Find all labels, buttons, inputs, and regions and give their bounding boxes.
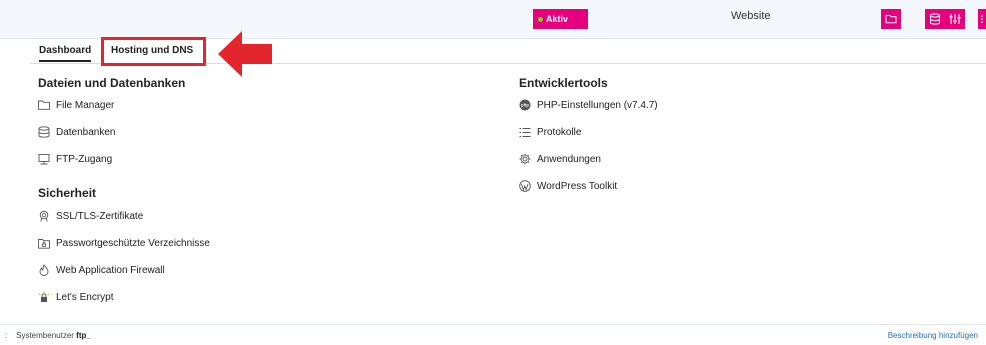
protected-dirs-label: Passwortgeschützte Verzeichnisse bbox=[56, 237, 210, 249]
folder-icon bbox=[38, 99, 50, 111]
wordpress-icon bbox=[519, 180, 531, 192]
wordpress-toolkit-link[interactable]: WordPress Toolkit bbox=[519, 180, 617, 192]
footer: : Systembenutzer ftp_ Beschreibung hinzu… bbox=[0, 324, 986, 345]
status-badge[interactable]: Aktiv bbox=[533, 9, 588, 29]
gear-icon bbox=[519, 153, 531, 165]
footer-prefix: : bbox=[5, 331, 8, 340]
system-user-info: : Systembenutzer ftp_ bbox=[5, 331, 91, 340]
system-user-value: ftp_ bbox=[76, 331, 91, 340]
applications-link[interactable]: Anwendungen bbox=[519, 153, 601, 165]
highlight-box bbox=[101, 37, 206, 66]
folder-icon bbox=[885, 15, 897, 24]
letsencrypt-label: Let's Encrypt bbox=[56, 291, 114, 303]
ssl-tls-label: SSL/TLS-Zertifikate bbox=[56, 210, 144, 222]
folder-button[interactable] bbox=[881, 9, 901, 29]
top-bar: Aktiv Website bbox=[0, 0, 986, 39]
ssl-tls-link[interactable]: SSL/TLS-Zertifikate bbox=[38, 210, 143, 222]
svg-text:php: php bbox=[521, 103, 529, 108]
ftp-access-label: FTP-Zugang bbox=[56, 153, 113, 165]
more-icon bbox=[981, 15, 983, 23]
red-arrow-icon bbox=[218, 31, 272, 77]
add-description-link[interactable]: Beschreibung hinzufügen bbox=[888, 331, 978, 340]
status-dot-icon bbox=[538, 16, 543, 22]
locked-folder-icon bbox=[38, 237, 50, 249]
list-icon bbox=[519, 126, 531, 138]
file-manager-label: File Manager bbox=[56, 99, 115, 111]
section-files-databases: Dateien und Datenbanken bbox=[38, 76, 186, 90]
applications-label: Anwendungen bbox=[537, 153, 601, 165]
firewall-icon bbox=[38, 264, 50, 276]
protected-dirs-link[interactable]: Passwortgeschützte Verzeichnisse bbox=[38, 237, 210, 249]
php-settings-label: PHP-Einstellungen (v7.4.7) bbox=[537, 99, 658, 111]
databases-link[interactable]: Datenbanken bbox=[38, 126, 116, 138]
tab-dashboard[interactable]: Dashboard bbox=[39, 45, 92, 62]
settings-sliders-button[interactable] bbox=[945, 9, 965, 29]
database-button[interactable] bbox=[925, 9, 945, 29]
logs-label: Protokolle bbox=[537, 126, 582, 138]
status-label: Aktiv bbox=[546, 14, 569, 24]
database-icon bbox=[38, 126, 50, 138]
letsencrypt-link[interactable]: Let's Encrypt bbox=[38, 291, 114, 303]
waf-link[interactable]: Web Application Firewall bbox=[38, 264, 165, 276]
certificate-icon bbox=[38, 210, 50, 222]
logs-link[interactable]: Protokolle bbox=[519, 126, 581, 138]
ftp-access-link[interactable]: FTP-Zugang bbox=[38, 153, 112, 165]
php-icon: php bbox=[519, 99, 531, 111]
databases-label: Datenbanken bbox=[56, 126, 116, 138]
php-settings-link[interactable]: php PHP-Einstellungen (v7.4.7) bbox=[519, 99, 658, 111]
letsencrypt-icon bbox=[38, 291, 50, 303]
file-manager-link[interactable]: File Manager bbox=[38, 99, 114, 111]
sliders-icon bbox=[949, 14, 961, 24]
system-user-label: Systembenutzer bbox=[16, 331, 74, 340]
wordpress-toolkit-label: WordPress Toolkit bbox=[537, 180, 618, 192]
more-button[interactable] bbox=[978, 9, 986, 29]
waf-label: Web Application Firewall bbox=[56, 264, 165, 276]
section-security: Sicherheit bbox=[38, 186, 97, 200]
section-dev-tools: Entwicklertools bbox=[519, 76, 608, 90]
site-label: Website bbox=[731, 10, 771, 22]
database-icon bbox=[930, 13, 940, 25]
ftp-icon bbox=[38, 153, 50, 165]
